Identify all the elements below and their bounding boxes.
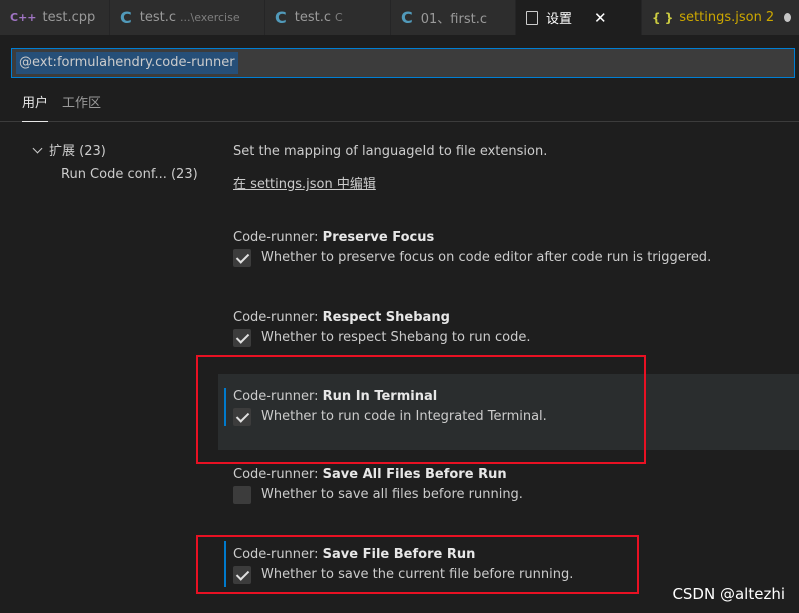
setting-category: Code-runner: (233, 310, 323, 325)
tab-test-cpp[interactable]: C++ test.cpp (0, 0, 110, 35)
setting-category: Code-runner: (233, 467, 323, 482)
tab-test-c-exercise[interactable]: C test.c ...\exercise (110, 0, 265, 35)
tab-user[interactable]: 用户 (22, 93, 49, 122)
chevron-down-icon (32, 143, 43, 154)
tab-description: ...\exercise (180, 11, 240, 24)
setting-title: Code-runner: Preserve Focus (233, 228, 799, 248)
setting-category: Code-runner: (233, 230, 323, 245)
preserve-focus-checkbox[interactable] (233, 249, 251, 267)
setting-respect-shebang: Code-runner: Respect Shebang Whether to … (218, 308, 799, 358)
save-all-files-checkbox[interactable] (233, 486, 251, 504)
toc-item-extensions[interactable]: 扩展 (23) (32, 140, 214, 163)
close-icon[interactable]: ✕ (594, 9, 607, 27)
toc-item-run-code[interactable]: Run Code conf... (23) (34, 163, 214, 186)
tab-test-c[interactable]: C test.c C (265, 0, 391, 35)
problem-count-badge: 2 (765, 10, 775, 25)
setting-description: Set the mapping of languageId to file ex… (233, 144, 548, 159)
watermark: CSDN @altezhi (672, 585, 785, 603)
highlight-box-save-file (196, 535, 639, 594)
settings-scope-tabs: 用户 工作区 (0, 93, 799, 122)
edit-in-settings-json-link[interactable]: 在 settings.json 中编辑 (233, 177, 376, 192)
settings-file-icon (526, 10, 538, 25)
highlight-box-run-in-terminal (196, 355, 646, 464)
tab-label: 设置 (546, 12, 573, 27)
setting-description: Whether to preserve focus on code editor… (261, 250, 712, 265)
toc-count: (23) (170, 167, 198, 182)
tab-settings-json[interactable]: { } settings.json 2 (642, 0, 799, 35)
toc-count: (23) (79, 144, 106, 159)
editor-tab-bar: C++ test.cpp C test.c ...\exercise C tes… (0, 0, 799, 35)
search-query-text: @ext:formulahendry.code-runner (16, 52, 238, 74)
c-file-icon: C (401, 8, 413, 27)
toc-label: Run Code conf... (61, 167, 167, 182)
setting-name: Preserve Focus (322, 230, 435, 245)
tab-label: settings.json (679, 10, 762, 25)
tab-label: test.c (139, 10, 176, 25)
tab-workspace[interactable]: 工作区 (62, 93, 101, 122)
respect-shebang-checkbox[interactable] (233, 329, 251, 347)
c-file-icon: C (120, 8, 132, 27)
cpp-file-icon: C++ (10, 11, 37, 24)
tab-first-c[interactable]: C 01、first.c (391, 0, 516, 35)
tab-label: test.c (294, 10, 331, 25)
setting-preserve-focus: Code-runner: Preserve Focus Whether to p… (218, 228, 799, 278)
setting-description: Whether to respect Shebang to run code. (261, 330, 531, 345)
unsaved-dot-icon[interactable] (784, 13, 791, 22)
tab-label: 01、first.c (420, 12, 487, 27)
setting-save-all-files: Code-runner: Save All Files Before Run W… (218, 465, 799, 515)
toc-label: 扩展 (49, 144, 76, 159)
tab-description: C (335, 11, 343, 24)
setting-title: Code-runner: Respect Shebang (233, 308, 799, 328)
setting-title: Code-runner: Save All Files Before Run (233, 465, 799, 485)
tab-label: test.cpp (42, 10, 96, 25)
setting-description: Whether to save all files before running… (261, 487, 523, 502)
c-file-icon: C (275, 8, 287, 27)
settings-search-input[interactable]: @ext:formulahendry.code-runner (11, 48, 795, 78)
setting-name: Save All Files Before Run (322, 467, 507, 482)
settings-toc: 扩展 (23) Run Code conf... (23) (32, 140, 214, 186)
setting-name: Respect Shebang (322, 310, 450, 325)
tab-settings[interactable]: 设置 ✕ (516, 0, 642, 35)
json-file-icon: { } (652, 10, 674, 25)
setting-executor-map: Set the mapping of languageId to file ex… (218, 142, 799, 202)
